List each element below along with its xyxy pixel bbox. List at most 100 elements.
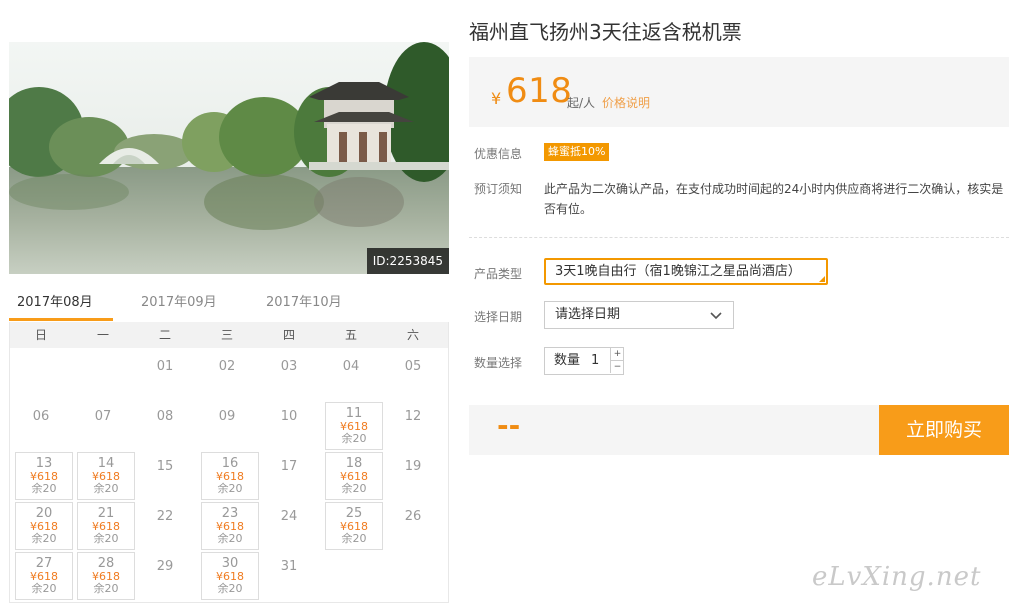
day-stock: 余20	[217, 582, 243, 595]
notice-text: 此产品为二次确认产品，在支付成功时间起的24小时内供应商将进行二次确认，核实是否…	[544, 182, 1004, 216]
calendar-day: 01	[134, 352, 196, 402]
calendar-day-available[interactable]: 23 ¥618 余20	[201, 502, 259, 550]
calendar-day: 09	[196, 402, 258, 452]
image-id-label: ID:2253845	[366, 248, 449, 274]
lake-pavilion-image	[9, 42, 449, 274]
tab-month-3[interactable]: 2017年10月	[266, 288, 342, 321]
calendar-day: 19	[382, 452, 444, 502]
calendar-day: 03	[258, 352, 320, 402]
price-amount: 618	[506, 71, 573, 111]
day-number: 07	[94, 409, 112, 424]
price-box: ¥ 618 起/人 价格说明	[469, 57, 1009, 127]
calendar-day: 07	[72, 402, 134, 452]
date-label: 选择日期	[474, 310, 523, 324]
day-number: 30	[221, 556, 239, 571]
selected-corner-icon	[819, 276, 825, 282]
chevron-down-icon	[710, 312, 722, 320]
quantity-decrease-button[interactable]: −	[610, 361, 624, 373]
calendar-day: 31	[258, 552, 320, 602]
day-number: 08	[156, 409, 174, 424]
quantity-value[interactable]: 1	[591, 348, 599, 374]
day-number: 23	[221, 506, 239, 521]
day-number: 02	[218, 359, 236, 374]
day-number: 25	[345, 506, 363, 521]
day-number: 27	[35, 556, 53, 571]
day-number: 13	[35, 456, 53, 471]
day-number: 21	[97, 506, 115, 521]
weekday-header: 日一二三四五六	[10, 322, 448, 348]
day-stock: 余20	[341, 482, 367, 495]
day-stock: 余20	[31, 532, 57, 545]
day-number: 29	[156, 559, 174, 574]
product-title: 福州直飞扬州3天往返含税机票	[469, 20, 742, 44]
day-number: 19	[404, 459, 422, 474]
calendar-day: 15	[134, 452, 196, 502]
calendar-day-available[interactable]: 30 ¥618 余20	[201, 552, 259, 600]
day-number: 11	[345, 406, 363, 421]
calendar-day: 04	[320, 352, 382, 402]
calendar-day-available[interactable]: 28 ¥618 余20	[77, 552, 135, 600]
day-number: 26	[404, 509, 422, 524]
calendar-day-available[interactable]: 20 ¥618 余20	[15, 502, 73, 550]
month-tabs: 2017年08月 2017年09月 2017年10月	[9, 288, 449, 323]
calendar-day-available[interactable]: 16 ¥618 余20	[201, 452, 259, 500]
day-number: 05	[404, 359, 422, 374]
calendar-day-available[interactable]: 13 ¥618 余20	[15, 452, 73, 500]
day-number: 18	[345, 456, 363, 471]
weekday-label: 一	[96, 328, 109, 342]
day-stock: 余20	[31, 482, 57, 495]
product-type-value: 3天1晚自由行（宿1晚锦江之星品尚酒店）	[555, 264, 801, 279]
day-number: 01	[156, 359, 174, 374]
section-divider	[469, 237, 1009, 238]
day-stock: 余20	[31, 582, 57, 595]
day-stock: 余20	[341, 532, 367, 545]
weekday-label: 五	[344, 328, 357, 342]
day-stock: 余20	[93, 582, 119, 595]
calendar-grid: 日 一 二 三 四 五 六 01 02 03 04 05 06 07 08 09 10 11 ¥618 余20 12 1…	[9, 322, 449, 603]
tab-month-1[interactable]: 2017年08月	[9, 288, 113, 321]
day-number: 14	[97, 456, 115, 471]
calendar-day: 24	[258, 502, 320, 552]
day-number: 15	[156, 459, 174, 474]
product-photo: ID:2253845	[9, 42, 449, 274]
calendar-day: 17	[258, 452, 320, 502]
day-number: 12	[404, 409, 422, 424]
day-number: 06	[32, 409, 50, 424]
product-type-label: 产品类型	[474, 267, 523, 281]
calendar-day: 06	[10, 402, 72, 452]
day-number: 16	[221, 456, 239, 471]
calendar-day-available[interactable]: 14 ¥618 余20	[77, 452, 135, 500]
calendar-day-available[interactable]: 18 ¥618 余20	[325, 452, 383, 500]
day-number: 24	[280, 509, 298, 524]
calendar-day-available[interactable]: 11 ¥618 余20	[325, 402, 383, 450]
calendar-day-available[interactable]: 27 ¥618 余20	[15, 552, 73, 600]
weekday-label: 二	[158, 328, 171, 342]
weekday-label: 三	[220, 328, 233, 342]
calendar-day: 08	[134, 402, 196, 452]
calendar-day: 02	[196, 352, 258, 402]
price-explanation-link[interactable]: 价格说明	[602, 94, 650, 111]
date-select[interactable]: 请选择日期	[544, 301, 734, 329]
day-stock: 余20	[93, 532, 119, 545]
calendar-day: 29	[134, 552, 196, 602]
calendar-day: 10	[258, 402, 320, 452]
calendar-day-available[interactable]: 25 ¥618 余20	[325, 502, 383, 550]
day-number: 03	[280, 359, 298, 374]
calendar-day-available[interactable]: 21 ¥618 余20	[77, 502, 135, 550]
product-type-select[interactable]: 3天1晚自由行（宿1晚锦江之星品尚酒店）	[544, 258, 828, 285]
date-placeholder: 请选择日期	[555, 307, 621, 322]
day-number: 22	[156, 509, 174, 524]
calendar-day: 12	[382, 402, 444, 452]
quantity-increase-button[interactable]: +	[610, 348, 624, 361]
tab-month-2[interactable]: 2017年09月	[141, 288, 217, 321]
day-number: 09	[218, 409, 236, 424]
promo-badge: 蜂蜜抵10%	[544, 143, 610, 161]
day-stock: 余20	[341, 432, 367, 445]
buy-now-button[interactable]: 立即购买	[879, 405, 1009, 455]
day-number: 10	[280, 409, 298, 424]
day-number: 04	[342, 359, 360, 374]
day-number: 20	[35, 506, 53, 521]
weekday-label: 四	[282, 328, 295, 342]
price-currency: ¥	[491, 89, 502, 108]
quantity-label: 数量	[554, 353, 581, 368]
